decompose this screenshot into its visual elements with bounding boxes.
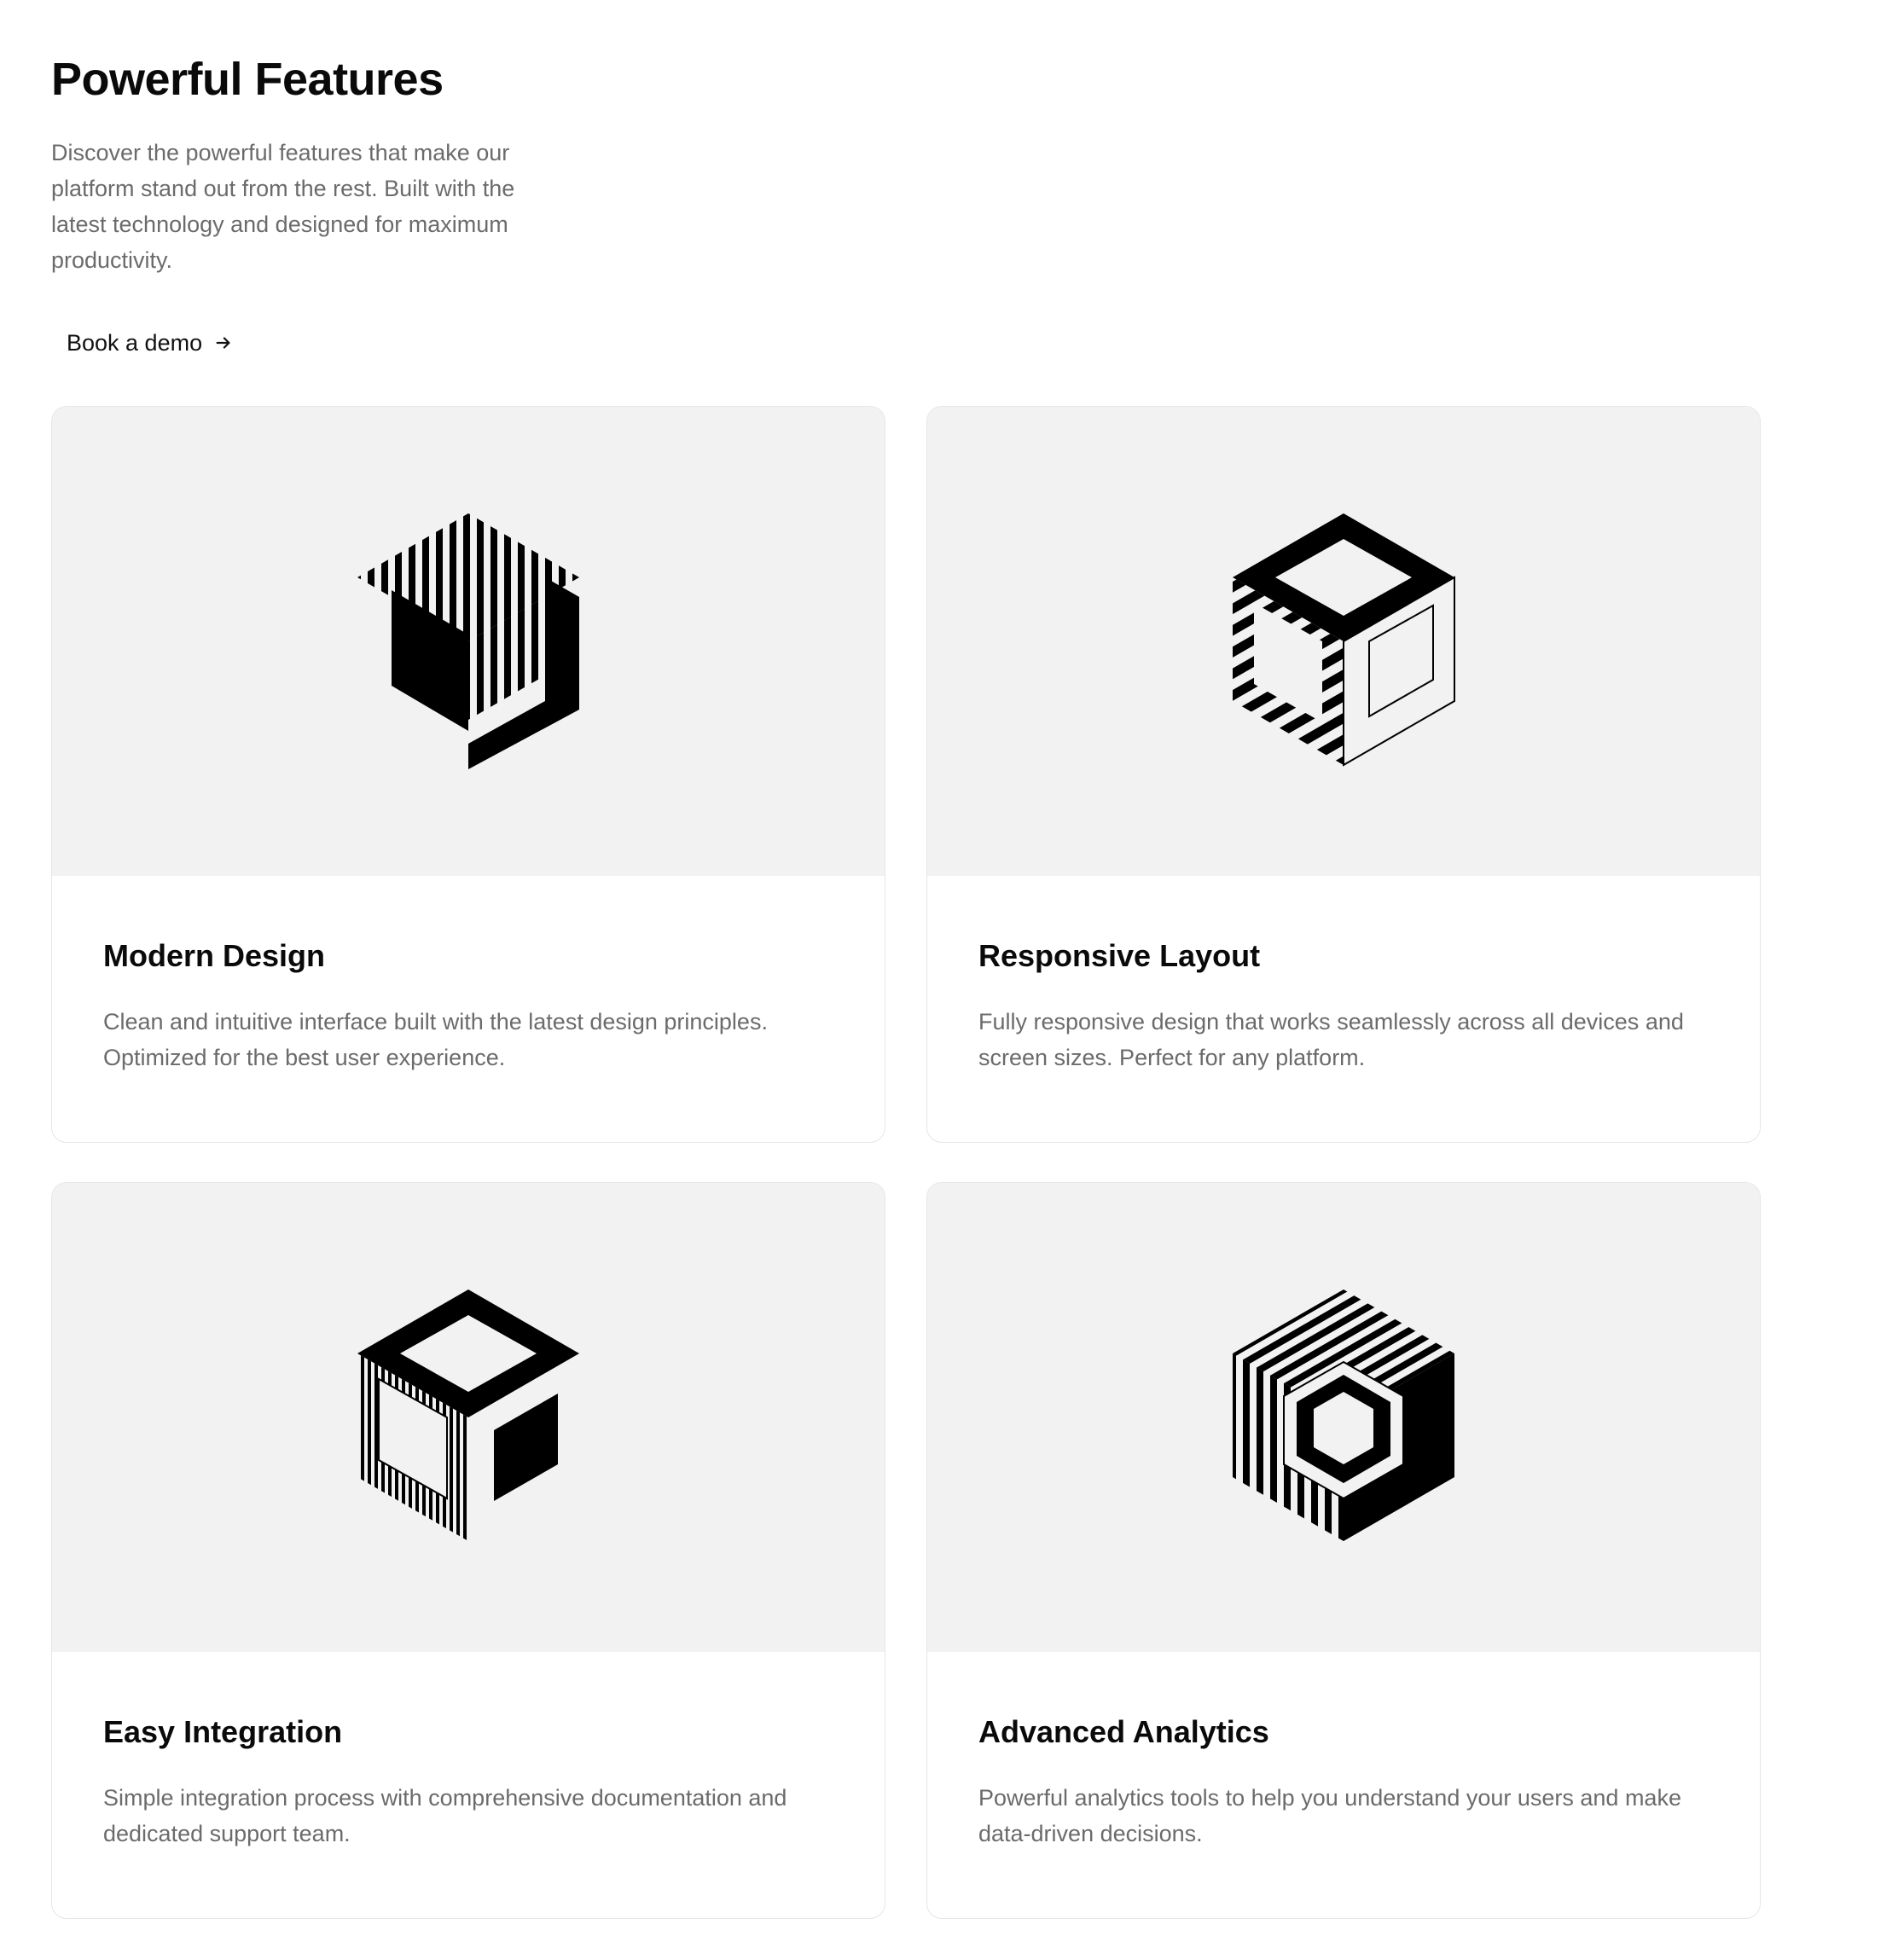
page-title: Powerful Features (51, 54, 444, 105)
feature-description: Powerful analytics tools to help you und… (978, 1785, 1681, 1846)
feature-description: Fully responsive design that works seaml… (978, 1009, 1684, 1070)
page-description: Discover the powerful features that make… (51, 140, 515, 273)
striped-cube-icon (357, 513, 579, 769)
feature-media (52, 407, 885, 876)
feature-title: Easy Integration (103, 1714, 343, 1749)
feature-card-easy-integration: Easy Integration Simple integration proc… (51, 1182, 885, 1919)
feature-description: Clean and intuitive interface built with… (103, 1009, 768, 1070)
layered-cube-icon (1233, 1289, 1454, 1541)
book-demo-label: Book a demo (67, 329, 203, 356)
feature-media (927, 407, 1760, 876)
feature-description: Simple integration process with comprehe… (103, 1785, 787, 1846)
feature-title: Modern Design (103, 938, 326, 973)
solid-cube-icon (357, 1289, 579, 1541)
arrow-right-icon (214, 333, 233, 352)
feature-card-modern-design: Modern Design Clean and intuitive interf… (51, 406, 885, 1143)
book-demo-button[interactable]: Book a demo (51, 319, 248, 367)
framed-cube-icon (1233, 513, 1455, 767)
feature-card-responsive-layout: Responsive Layout Fully responsive desig… (926, 406, 1761, 1143)
feature-card-advanced-analytics: Advanced Analytics Powerful analytics to… (926, 1182, 1761, 1919)
feature-title: Responsive Layout (978, 938, 1261, 973)
feature-media (52, 1183, 885, 1652)
feature-media (927, 1183, 1760, 1652)
feature-title: Advanced Analytics (978, 1714, 1269, 1749)
features-page: Powerful Features Discover the powerful … (0, 0, 1904, 1953)
